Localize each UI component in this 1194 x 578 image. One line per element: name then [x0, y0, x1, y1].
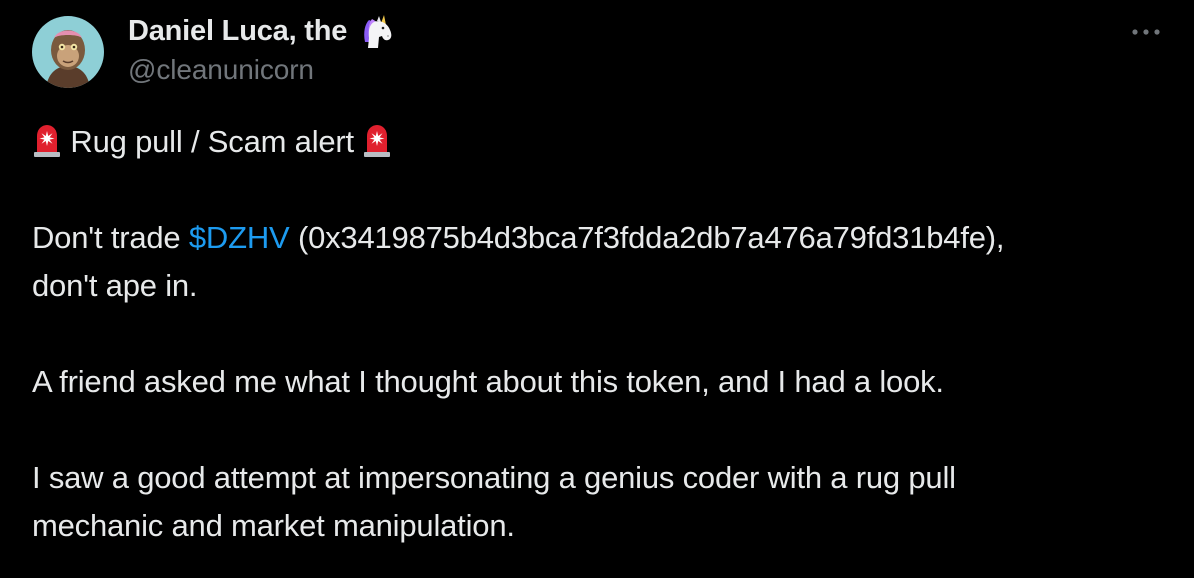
tweet-body: Rug pull / Scam alert Don't trade $DZHV …	[32, 118, 1172, 550]
display-name[interactable]: Daniel Luca, the	[128, 15, 347, 48]
paragraph-analysis: I saw a good attempt at impersonating a …	[32, 454, 1172, 550]
name-row: Daniel Luca, the	[128, 12, 397, 50]
warning-text-before: Don't trade	[32, 220, 189, 255]
warning-text-line2: don't ape in.	[32, 268, 198, 303]
handle[interactable]: @cleanunicorn	[128, 54, 397, 86]
cashtag-link[interactable]: $DZHV	[189, 220, 290, 255]
paragraph-friend: A friend asked me what I thought about t…	[32, 364, 944, 399]
alert-text: Rug pull / Scam alert	[70, 124, 354, 159]
more-options-button[interactable]	[1124, 20, 1168, 44]
alert-line: Rug pull / Scam alert	[32, 118, 1172, 166]
ellipsis-icon	[1132, 29, 1160, 35]
unicorn-icon	[357, 12, 397, 50]
analysis-line2: mechanic and market manipulation.	[32, 508, 515, 543]
avatar[interactable]	[32, 16, 104, 88]
avatar-image	[32, 16, 104, 88]
author-block: Daniel Luca, the @cleanunicorn	[128, 12, 397, 86]
tweet: Daniel Luca, the @cleanunicorn Rug pull …	[0, 0, 1194, 578]
siren-icon	[362, 122, 392, 158]
analysis-line1: I saw a good attempt at impersonating a …	[32, 460, 956, 495]
paragraph-warning: Don't trade $DZHV (0x3419875b4d3bca7f3fd…	[32, 214, 1172, 310]
warning-text-after: (0x3419875b4d3bca7f3fdda2db7a476a79fd31b…	[289, 220, 1005, 255]
siren-icon	[32, 122, 62, 158]
